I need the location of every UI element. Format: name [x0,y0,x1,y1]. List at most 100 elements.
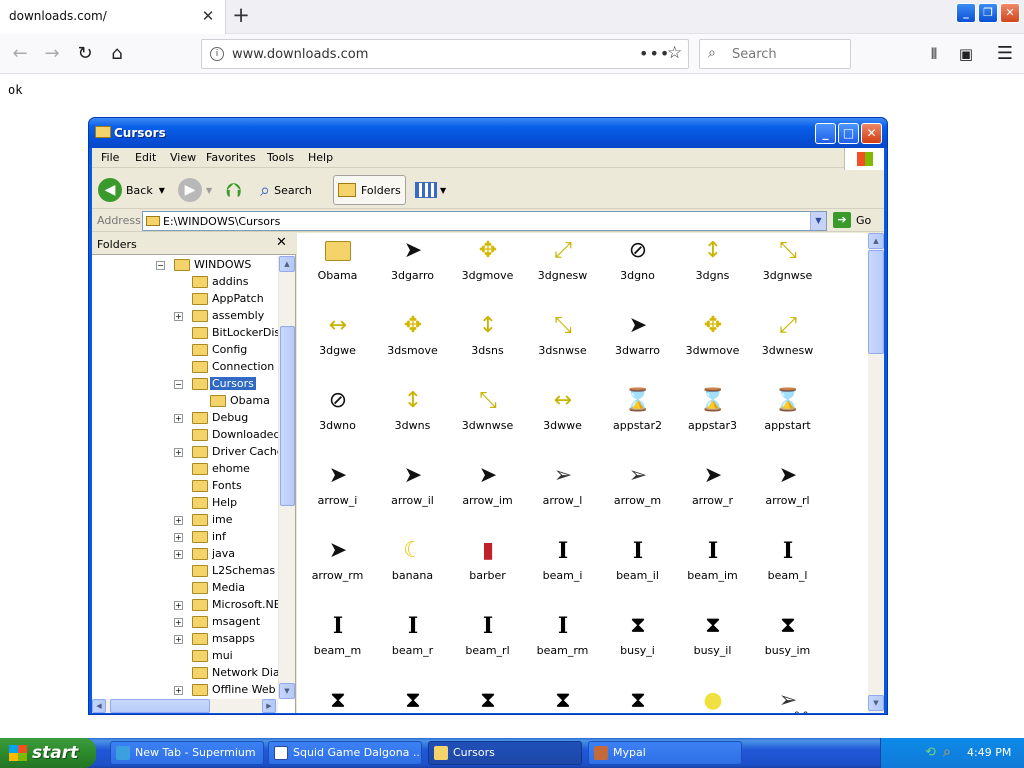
expand-icon[interactable]: + [174,618,183,627]
tree-item[interactable]: − Cursors [92,376,278,393]
expand-icon[interactable]: + [174,516,183,525]
tree-item[interactable]: + Microsoft.NET [92,597,278,614]
expand-icon[interactable]: + [174,635,183,644]
menu-tools[interactable]: Tools [267,151,294,164]
info-icon[interactable]: i [210,47,224,61]
hscroll-thumb[interactable] [110,699,210,713]
file-item[interactable]: ↕ 3dgns [675,233,750,304]
file-item[interactable]: ⤡ 3dsnwse [525,304,600,379]
file-item[interactable]: ⧗ busy_il [675,604,750,679]
file-item[interactable]: ✥ 3dwmove [675,304,750,379]
file-item[interactable]: Ibeam_rl [450,604,525,679]
file-item[interactable]: ⌛ appstar3 [675,379,750,454]
browser-search-input[interactable]: ⌕ Search [699,39,851,69]
network-icon[interactable]: ⟲ [925,745,936,760]
file-item[interactable]: ➤ arrow_rm [300,529,375,604]
file-item[interactable]: ➢ arrow_l [525,454,600,529]
file-item[interactable]: ⧗ [300,679,375,713]
scroll-left-button[interactable]: ◀ [92,699,106,713]
file-item[interactable]: Ibeam_im [675,529,750,604]
folders-button[interactable]: Folders [333,175,406,205]
tree-item[interactable]: Help [92,495,278,512]
scroll-down-button[interactable]: ▼ [279,683,295,699]
taskbar-item-word[interactable]: Squid Game Dalgona ... [268,741,422,765]
start-button[interactable]: start [0,738,96,768]
browser-restore-button[interactable]: ❐ [978,3,998,23]
search-tray-icon[interactable]: ⌕ [943,744,951,760]
scroll-thumb[interactable] [868,250,884,354]
file-item[interactable]: ⌛ appstar2 [600,379,675,454]
menu-file[interactable]: File [101,151,119,164]
file-item[interactable]: ➤ arrow_rl [750,454,825,529]
tree-item[interactable]: + Driver Cache [92,444,278,461]
file-item[interactable]: ➤ 3dgarro [375,233,450,304]
file-item[interactable]: ⊘ 3dwno [300,379,375,454]
file-item[interactable]: ⊘ 3dgno [600,233,675,304]
file-item[interactable]: ⧗ [375,679,450,713]
tree-item[interactable]: Media [92,580,278,597]
tree-item[interactable]: L2Schemas [92,563,278,580]
page-actions-icon[interactable]: ••• [639,44,670,63]
file-item[interactable]: ▮ barber [450,529,525,604]
menu-help[interactable]: Help [308,151,333,164]
tree-item[interactable]: + assembly [92,308,278,325]
explorer-title-bar[interactable]: Cursors _ □ ✕ [89,118,887,148]
tree-item[interactable]: Connection Wizar [92,359,278,376]
bookmark-star-icon[interactable]: ☆ [667,43,682,63]
collapse-icon[interactable]: − [156,261,165,270]
expand-icon[interactable]: + [174,550,183,559]
scroll-up-button[interactable]: ▲ [279,256,295,272]
file-item[interactable]: ⧗ [450,679,525,713]
folder-tree-hscrollbar[interactable]: ◀ ▶ [92,699,278,713]
address-input[interactable]: E:\WINDOWS\Cursors ▼ [142,211,827,231]
file-item[interactable]: ↔ 3dgwe [300,304,375,379]
browser-minimize-button[interactable]: _ [956,3,976,23]
forward-icon[interactable]: → [38,40,66,68]
tree-item[interactable]: Network Diagnost [92,665,278,682]
file-item[interactable]: ✥ 3dsmove [375,304,450,379]
file-item[interactable]: Ibeam_r [375,604,450,679]
expand-icon[interactable]: + [174,414,183,423]
file-item[interactable]: ⧗ busy_i [600,604,675,679]
forward-button[interactable]: ▶ ▼ [178,175,212,205]
file-item[interactable]: ↕ 3dwns [375,379,450,454]
up-folder-button[interactable]: ⮉ [226,175,241,205]
url-bar[interactable]: i www.downloads.com ••• ☆ [201,39,689,69]
browser-close-button[interactable]: ✕ [1000,3,1020,23]
browser-tab[interactable]: downloads.com/ ✕ [0,0,226,34]
tree-item[interactable]: BitLockerDiscover [92,325,278,342]
tree-item[interactable]: Obama [92,393,278,410]
close-icon[interactable]: ✕ [276,235,287,250]
tree-item[interactable]: + Debug [92,410,278,427]
menu-edit[interactable]: Edit [135,151,156,164]
menu-view[interactable]: View [170,151,196,164]
tree-item[interactable]: addins [92,274,278,291]
expand-icon[interactable]: + [174,686,183,695]
file-item[interactable]: ➢ arrow_m [600,454,675,529]
tree-item[interactable]: Config [92,342,278,359]
folder-tree-scrollbar[interactable]: ▲ ▼ [278,256,295,699]
minimize-button[interactable]: _ [815,123,836,144]
file-item[interactable]: ⧗ busy_im [750,604,825,679]
library-icon[interactable]: ⫴ [920,40,948,68]
file-item[interactable]: ⤡ 3dwnwse [450,379,525,454]
scroll-thumb[interactable] [280,326,295,506]
taskbar-item-cursors[interactable]: Cursors [428,741,582,765]
taskbar-item-mypal[interactable]: Mypal [588,741,742,765]
tree-item[interactable]: + java [92,546,278,563]
tree-item[interactable]: + Offline Web Page [92,682,278,699]
file-item[interactable]: ⧗ [600,679,675,713]
back-button[interactable]: ◀ Back ▼ [98,175,165,205]
tree-item[interactable]: + msagent [92,614,278,631]
tree-item[interactable]: Fonts [92,478,278,495]
tree-item[interactable]: + msapps [92,631,278,648]
views-button[interactable]: ▼ [415,175,446,205]
file-item[interactable]: ➤ 3dwarro [600,304,675,379]
tree-item[interactable]: + inf [92,529,278,546]
file-item[interactable]: ➤ arrow_il [375,454,450,529]
expand-icon[interactable]: + [174,448,183,457]
file-item[interactable]: ➤ arrow_im [450,454,525,529]
expand-icon[interactable]: + [174,601,183,610]
file-item[interactable]: ⤡ 3dgnwse [750,233,825,304]
menu-icon[interactable]: ☰ [991,40,1019,68]
